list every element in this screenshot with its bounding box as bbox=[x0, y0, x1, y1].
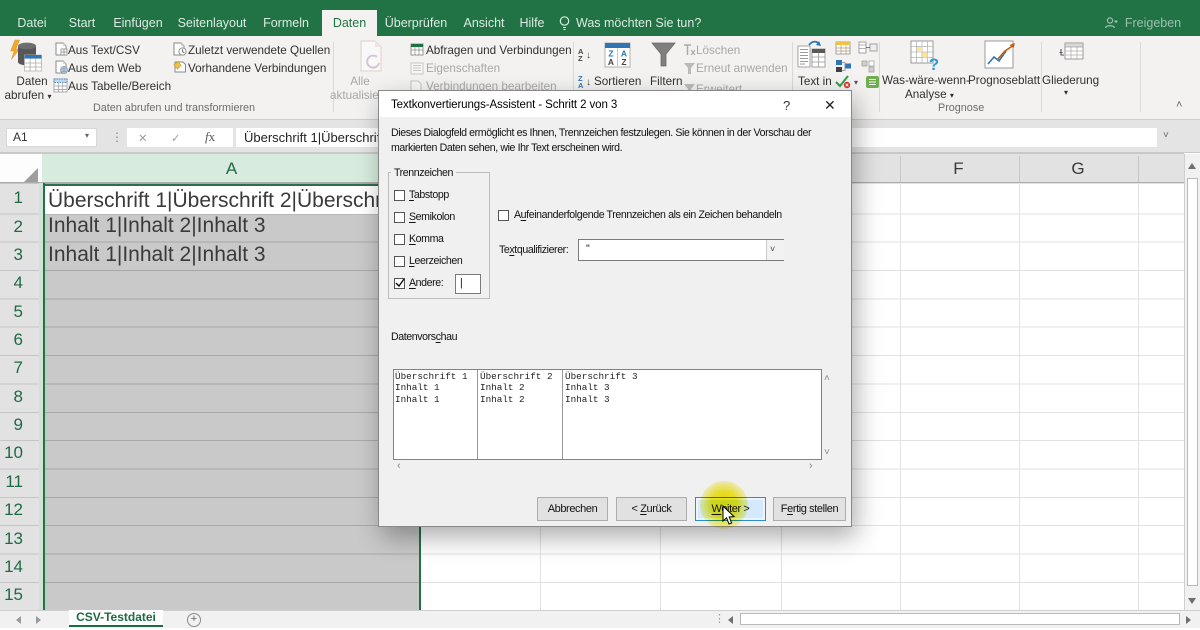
svg-text:Z: Z bbox=[621, 57, 626, 67]
svg-text:?: ? bbox=[929, 55, 939, 72]
svg-text:A: A bbox=[608, 57, 614, 67]
